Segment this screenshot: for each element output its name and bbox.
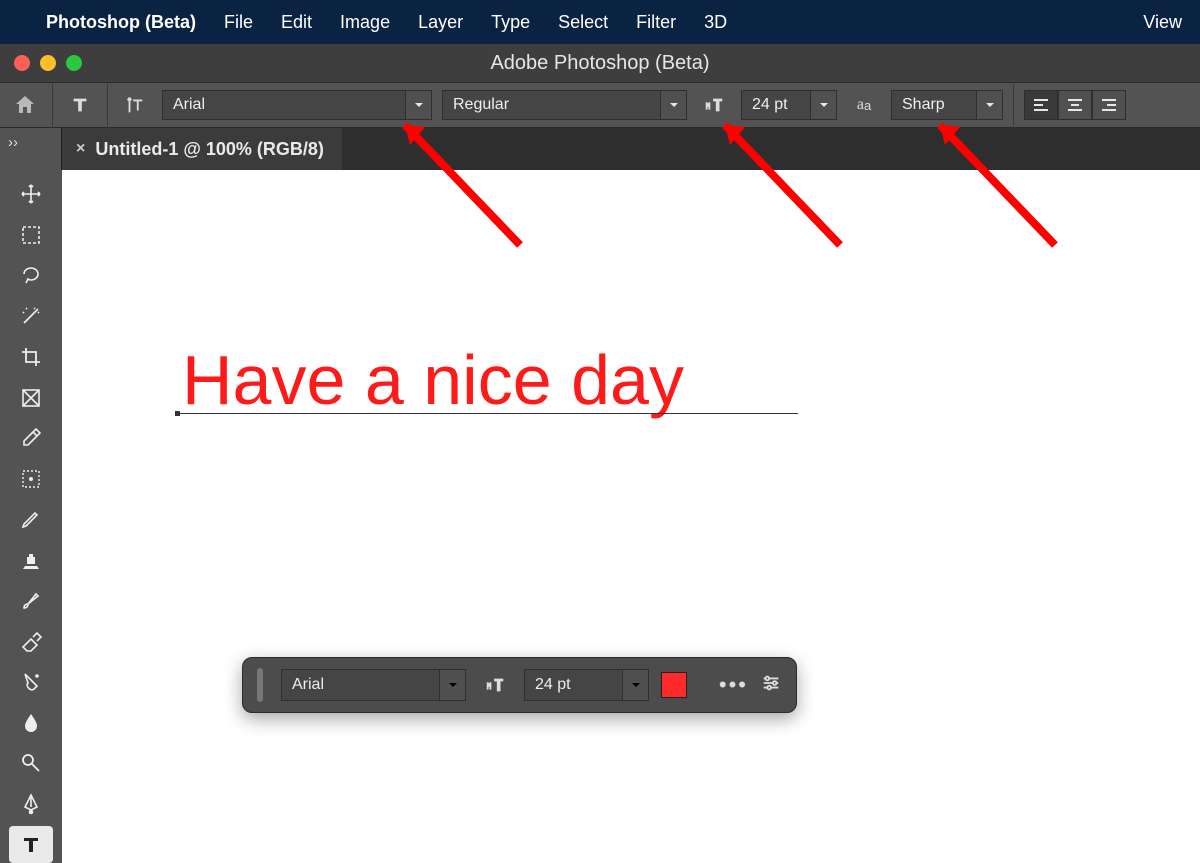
ctx-font-size-dropdown[interactable]: 24 pt	[524, 669, 649, 701]
menu-file[interactable]: File	[224, 12, 253, 33]
eyedropper-tool[interactable]	[9, 420, 53, 457]
canvas[interactable]: Have a nice day Arial 24 pt •••	[62, 170, 1200, 863]
drag-handle[interactable]	[257, 668, 263, 702]
close-tab-icon[interactable]: ×	[76, 140, 85, 158]
menu-view[interactable]: View	[1143, 12, 1182, 33]
menu-layer[interactable]: Layer	[418, 12, 463, 33]
document-tab[interactable]: × Untitled-1 @ 100% (RGB/8)	[62, 128, 342, 170]
align-right-button[interactable]	[1092, 90, 1126, 120]
macos-menubar: Photoshop (Beta) File Edit Image Layer T…	[0, 0, 1200, 44]
pen-tool[interactable]	[9, 786, 53, 823]
document-tab-label: Untitled-1 @ 100% (RGB/8)	[95, 139, 324, 160]
properties-button[interactable]	[760, 672, 782, 699]
brush-tool[interactable]	[9, 582, 53, 619]
antialias-value: Sharp	[892, 96, 955, 114]
font-size-icon	[697, 88, 731, 122]
type-tool[interactable]	[9, 826, 53, 863]
marquee-tool[interactable]	[9, 217, 53, 254]
expand-tools-button[interactable]: ››	[0, 128, 62, 170]
antialias-dropdown[interactable]: Sharp	[891, 90, 1003, 120]
window-title: Adobe Photoshop (Beta)	[490, 52, 709, 74]
align-left-button[interactable]	[1024, 90, 1058, 120]
app-name[interactable]: Photoshop (Beta)	[46, 12, 196, 33]
window-close-button[interactable]	[14, 55, 30, 71]
more-options-button[interactable]: •••	[719, 672, 748, 698]
frame-tool[interactable]	[9, 379, 53, 416]
ctx-font-size-value: 24 pt	[525, 676, 581, 694]
font-style-dropdown[interactable]: Regular	[442, 90, 687, 120]
menu-3d[interactable]: 3D	[704, 12, 727, 33]
crop-tool[interactable]	[9, 339, 53, 376]
chevron-down-icon	[622, 670, 648, 700]
move-tool[interactable]	[9, 176, 53, 213]
font-family-value: Arial	[163, 96, 215, 114]
magic-wand-tool[interactable]	[9, 298, 53, 335]
clone-stamp-tool[interactable]	[9, 542, 53, 579]
pencil-tool[interactable]	[9, 501, 53, 538]
home-button[interactable]	[8, 88, 42, 122]
font-family-dropdown[interactable]: Arial	[162, 90, 432, 120]
menu-image[interactable]: Image	[340, 12, 390, 33]
dodge-tool[interactable]	[9, 745, 53, 782]
contextual-task-bar[interactable]: Arial 24 pt •••	[242, 657, 797, 713]
font-size-dropdown[interactable]: 24 pt	[741, 90, 837, 120]
window-maximize-button[interactable]	[66, 55, 82, 71]
text-layer[interactable]: Have a nice day	[182, 345, 684, 415]
window-titlebar: Adobe Photoshop (Beta)	[0, 44, 1200, 82]
text-orientation-button[interactable]	[118, 88, 152, 122]
gradient-tool[interactable]	[9, 664, 53, 701]
font-style-value: Regular	[443, 96, 519, 114]
menu-edit[interactable]: Edit	[281, 12, 312, 33]
lasso-tool[interactable]	[9, 257, 53, 294]
generative-fill-tool[interactable]	[9, 460, 53, 497]
chevron-down-icon	[405, 91, 431, 119]
chevron-down-icon	[810, 91, 836, 119]
eraser-tool[interactable]	[9, 623, 53, 660]
antialias-icon: aa	[847, 88, 881, 122]
font-size-icon	[478, 668, 512, 702]
blur-tool[interactable]	[9, 704, 53, 741]
menu-type[interactable]: Type	[491, 12, 530, 33]
chevron-down-icon	[660, 91, 686, 119]
options-bar: Arial Regular 24 pt aa Sharp	[0, 82, 1200, 128]
menu-select[interactable]: Select	[558, 12, 608, 33]
traffic-lights	[14, 55, 82, 71]
ctx-font-family-dropdown[interactable]: Arial	[281, 669, 466, 701]
align-center-button[interactable]	[1058, 90, 1092, 120]
text-color-swatch[interactable]	[661, 672, 687, 698]
ctx-font-family-value: Arial	[282, 676, 334, 694]
menu-filter[interactable]: Filter	[636, 12, 676, 33]
window-minimize-button[interactable]	[40, 55, 56, 71]
chevron-down-icon	[976, 91, 1002, 119]
tools-panel	[0, 170, 62, 863]
text-baseline-indicator	[178, 413, 798, 414]
document-tab-strip: ›› × Untitled-1 @ 100% (RGB/8)	[0, 128, 1200, 170]
chevron-down-icon	[439, 670, 465, 700]
font-size-value: 24 pt	[742, 96, 798, 114]
type-tool-indicator-icon	[63, 88, 97, 122]
text-align-group	[1024, 90, 1126, 120]
